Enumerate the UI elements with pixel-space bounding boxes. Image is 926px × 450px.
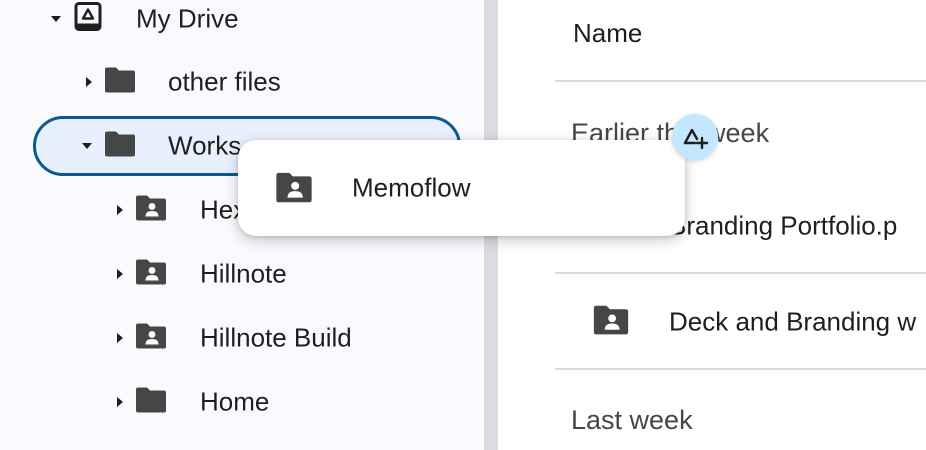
expand-caret-icon[interactable]	[117, 205, 123, 215]
tree-item-label: Hillnote Build	[200, 322, 352, 353]
tree-item-label: Hillnote	[200, 258, 287, 289]
section-title: Last week	[571, 405, 693, 435]
tree-item-home[interactable]: Home	[0, 375, 484, 429]
folder-icon	[103, 66, 137, 99]
tree-item-my-drive[interactable]: My Drive	[0, 0, 484, 46]
tree-item-label: other files	[168, 66, 281, 97]
expand-caret-icon[interactable]	[82, 143, 92, 149]
expand-caret-icon[interactable]	[86, 77, 92, 87]
file-row[interactable]: Deck and Branding w	[555, 274, 926, 370]
shared-folder-icon	[591, 304, 631, 341]
expand-caret-icon[interactable]	[51, 16, 61, 22]
shared-folder-icon	[134, 258, 168, 291]
shared-folder-icon	[274, 170, 314, 209]
column-header-name[interactable]: Name	[573, 18, 642, 49]
tree-item-other-files[interactable]: other files	[0, 55, 484, 109]
file-name: Branding Portfolio.p	[669, 210, 898, 241]
add-to-drive-icon	[672, 114, 718, 160]
file-name: Deck and Branding w	[669, 306, 917, 337]
drive-icon	[74, 2, 102, 37]
header-divider	[555, 80, 926, 82]
expand-caret-icon[interactable]	[117, 333, 123, 343]
row-divider	[555, 368, 926, 370]
tree-item-hillnote[interactable]: Hillnote	[0, 247, 484, 301]
tree-item-label: Works	[168, 130, 242, 161]
tree-item-label: My Drive	[136, 3, 239, 34]
expand-caret-icon[interactable]	[117, 269, 123, 279]
expand-caret-icon[interactable]	[117, 397, 123, 407]
drag-preview-card: Memoflow	[238, 140, 685, 236]
shared-folder-icon	[134, 194, 168, 227]
shared-folder-icon	[134, 322, 168, 355]
tree-item-hillnote-build[interactable]: Hillnote Build	[0, 311, 484, 365]
tree-item-label: Home	[200, 386, 270, 417]
drag-item-label: Memoflow	[352, 172, 471, 203]
folder-icon	[134, 386, 168, 419]
folder-icon	[103, 130, 137, 163]
